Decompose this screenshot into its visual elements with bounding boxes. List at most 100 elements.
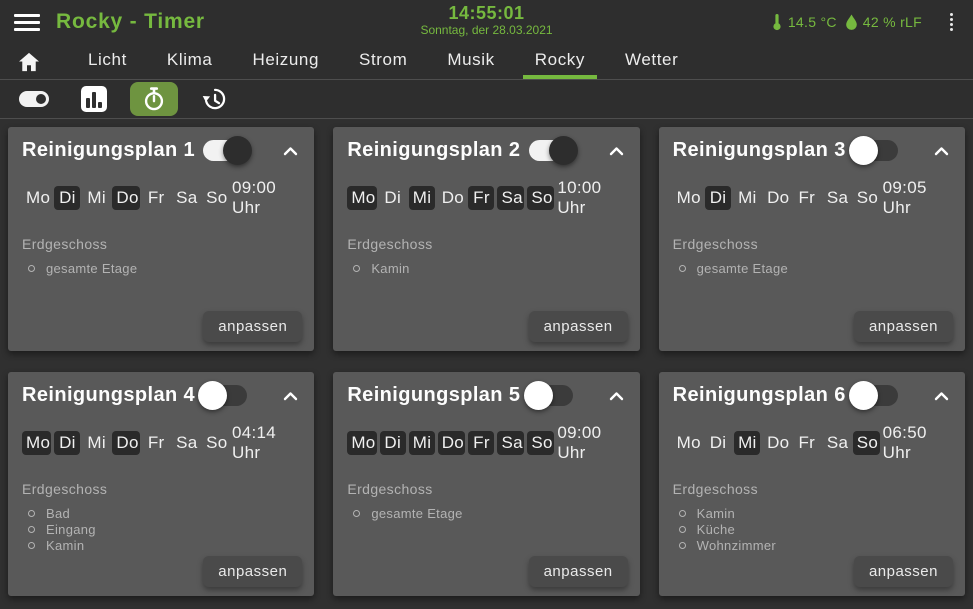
day-chip-mi[interactable]: Mi — [408, 431, 435, 455]
day-chip-fr[interactable]: Fr — [468, 431, 495, 455]
day-chip-do[interactable]: Do — [438, 186, 466, 210]
days-row: Mo Di Mi Do Fr Sa So 06:50 Uhr — [673, 423, 951, 463]
chevron-up-icon[interactable] — [607, 144, 626, 158]
tab-licht[interactable]: Licht — [76, 44, 139, 79]
card-enabled-toggle[interactable] — [523, 381, 573, 410]
day-chip-di[interactable]: Di — [54, 186, 81, 210]
day-chip-mo[interactable]: Mo — [347, 431, 377, 455]
day-chip-so[interactable]: So — [527, 431, 555, 455]
overflow-menu-icon[interactable] — [944, 10, 959, 34]
day-chip-so[interactable]: So — [527, 186, 555, 210]
day-chip-mo[interactable]: Mo — [347, 186, 377, 210]
card-time: 06:50 Uhr — [882, 423, 927, 462]
home-icon[interactable] — [12, 44, 46, 79]
tab-klima[interactable]: Klima — [155, 44, 225, 79]
timer-icon-button[interactable] — [130, 82, 178, 116]
day-chip-sa[interactable]: Sa — [497, 186, 525, 210]
tab-rocky[interactable]: Rocky — [522, 44, 597, 79]
adjust-button[interactable]: anpassen — [853, 556, 953, 587]
day-chip-di[interactable]: Di — [705, 186, 732, 210]
day-chip-do[interactable]: Do — [763, 186, 791, 210]
floor-label: Erdgeschoss — [22, 481, 108, 497]
tab-strom[interactable]: Strom — [347, 44, 419, 79]
day-chip-so[interactable]: So — [202, 431, 229, 455]
main-nav: Licht Klima Heizung Strom Musik Rocky Wetter — [0, 44, 973, 80]
tab-heizung[interactable]: Heizung — [240, 44, 331, 79]
day-chip-so[interactable]: So — [853, 186, 880, 210]
card-enabled-toggle[interactable] — [198, 381, 248, 410]
history-icon-button[interactable] — [190, 82, 238, 116]
card-title: Reinigungsplan 2 — [347, 139, 521, 161]
day-chip-sa[interactable]: Sa — [172, 431, 199, 455]
day-chip-so[interactable]: So — [852, 431, 880, 455]
card-time: 09:05 Uhr — [882, 178, 927, 217]
day-chip-fr[interactable]: Fr — [143, 186, 169, 210]
day-chip-fr[interactable]: Fr — [468, 186, 495, 210]
card-title: Reinigungsplan 3 — [672, 139, 846, 161]
day-chip-mi[interactable]: Mi — [83, 431, 109, 455]
card-enabled-toggle[interactable] — [849, 136, 898, 165]
card-enabled-toggle[interactable] — [849, 381, 898, 410]
chevron-up-icon[interactable] — [932, 144, 951, 158]
chevron-up-icon[interactable] — [932, 389, 951, 403]
day-chip-sa[interactable]: Sa — [497, 431, 525, 455]
day-chip-di[interactable]: Di — [705, 431, 731, 455]
card-enabled-toggle[interactable] — [528, 136, 578, 165]
day-chip-fr[interactable]: Fr — [794, 431, 820, 455]
day-chip-mo[interactable]: Mo — [673, 186, 702, 210]
clock-date: Sonntag, der 28.03.2021 — [420, 22, 553, 37]
chevron-up-icon[interactable] — [281, 144, 300, 158]
clock-time: 14:55:01 — [448, 3, 525, 23]
adjust-button[interactable]: anpassen — [528, 311, 628, 342]
schedule-card: Reinigungsplan 5 Mo Di Mi Do Fr Sa So 09:00 Uhr… — [333, 372, 640, 596]
temperature-readout: 14.5 °C — [771, 13, 837, 31]
adjust-button[interactable]: anpassen — [853, 311, 953, 342]
day-chip-di[interactable]: Di — [380, 186, 406, 210]
temperature-value: 14.5 °C — [787, 14, 837, 30]
day-chip-mo[interactable]: Mo — [673, 431, 702, 455]
droplet-icon — [845, 14, 858, 31]
tab-musik[interactable]: Musik — [435, 44, 506, 79]
days-row: Mo Di Mi Do Fr Sa So 09:00 Uhr — [22, 178, 300, 218]
day-chip-mi[interactable]: Mi — [734, 431, 761, 455]
switches-icon-button[interactable] — [10, 82, 58, 116]
day-chip-fr[interactable]: Fr — [143, 431, 169, 455]
day-chip-do[interactable]: Do — [112, 186, 141, 210]
chevron-up-icon[interactable] — [281, 389, 300, 403]
page-title: Rocky - Timer — [56, 10, 205, 33]
day-chip-fr[interactable]: Fr — [794, 186, 820, 210]
chart-icon-button[interactable] — [70, 82, 118, 116]
day-chip-so[interactable]: So — [202, 186, 229, 210]
room-item: gesamte Etage — [28, 261, 300, 276]
humidity-readout: 42 % rLF — [845, 14, 922, 31]
day-chip-mo[interactable]: Mo — [22, 186, 51, 210]
day-chip-mi[interactable]: Mi — [83, 186, 109, 210]
humidity-value: 42 % rLF — [862, 14, 922, 30]
adjust-button[interactable]: anpassen — [203, 556, 303, 587]
day-chip-do[interactable]: Do — [112, 431, 141, 455]
day-chip-do[interactable]: Do — [437, 431, 466, 455]
day-chip-sa[interactable]: Sa — [823, 186, 850, 210]
card-time: 09:00 Uhr — [557, 423, 602, 462]
days-row: Mo Di Mi Do Fr Sa So 09:05 Uhr — [673, 178, 951, 218]
room-item: Kamin — [28, 538, 300, 553]
day-chip-mo[interactable]: Mo — [22, 431, 52, 455]
day-chip-di[interactable]: Di — [379, 431, 406, 455]
room-item: Kamin — [679, 506, 951, 521]
floor-label: Erdgeschoss — [347, 481, 433, 497]
day-chip-mi[interactable]: Mi — [408, 186, 435, 210]
tab-wetter[interactable]: Wetter — [613, 44, 690, 79]
hamburger-menu-icon[interactable] — [14, 12, 40, 33]
card-title: Reinigungsplan 4 — [22, 384, 196, 406]
day-chip-sa[interactable]: Sa — [823, 431, 850, 455]
adjust-button[interactable]: anpassen — [528, 556, 628, 587]
day-chip-do[interactable]: Do — [763, 431, 791, 455]
adjust-button[interactable]: anpassen — [203, 311, 303, 342]
chevron-up-icon[interactable] — [607, 389, 626, 403]
day-chip-di[interactable]: Di — [54, 431, 81, 455]
card-enabled-toggle[interactable] — [203, 136, 253, 165]
day-chip-sa[interactable]: Sa — [172, 186, 199, 210]
schedule-card: Reinigungsplan 6 Mo Di Mi Do Fr Sa So 06:50 Uhr… — [658, 372, 965, 596]
day-chip-mi[interactable]: Mi — [734, 186, 760, 210]
room-list: Kamin Küche Wohnzimmer — [673, 506, 951, 553]
